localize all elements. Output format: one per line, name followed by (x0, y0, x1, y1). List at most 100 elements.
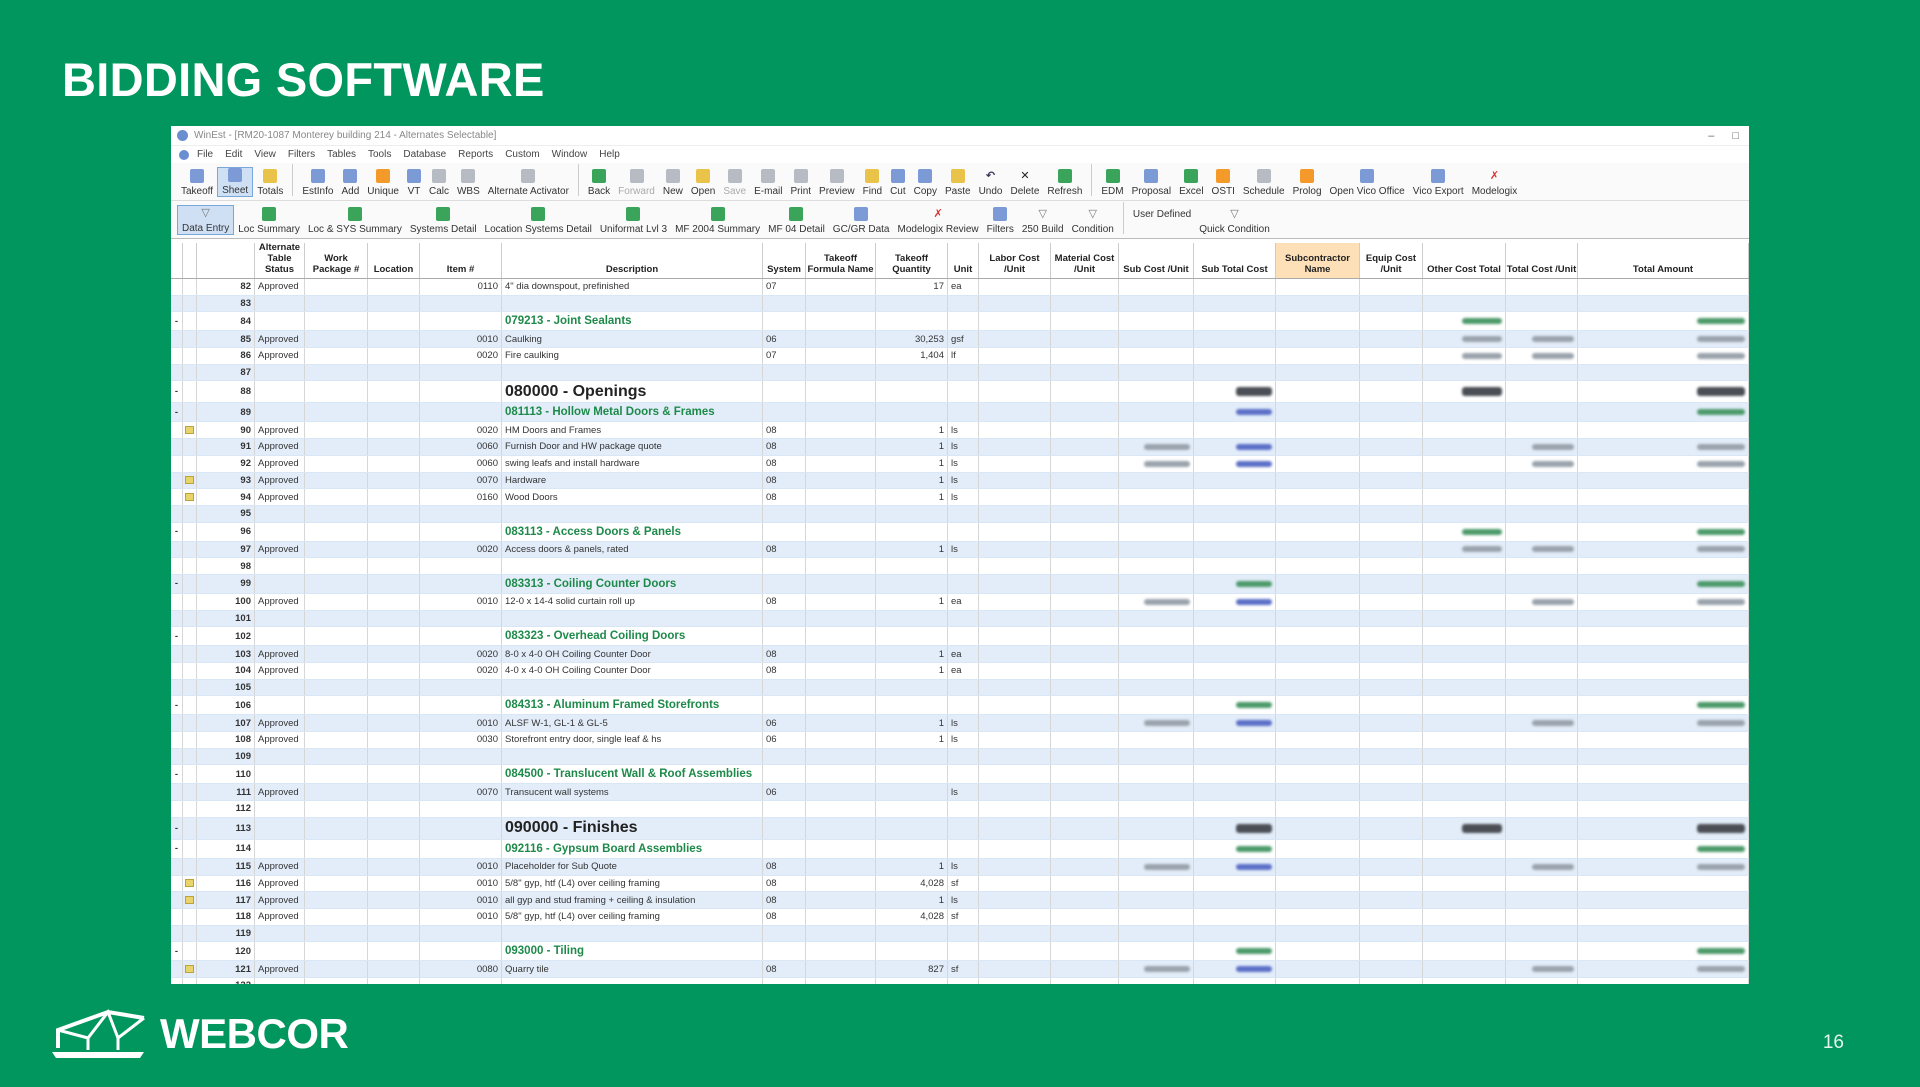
cell-item[interactable] (420, 403, 502, 422)
cell-pkg[interactable] (305, 403, 368, 422)
cell-desc[interactable] (502, 977, 763, 984)
cell-sys[interactable]: 08 (763, 455, 806, 472)
cell-lab[interactable] (979, 925, 1051, 942)
expand-toggle[interactable]: - (171, 817, 183, 839)
column-header-qty[interactable]: Takeoff Quantity (876, 243, 948, 278)
cell-qty[interactable]: 1 (876, 732, 948, 748)
cell-qty[interactable] (876, 627, 948, 646)
table-row[interactable]: 91 Approved 0060 Furnish Door and HW packag… (171, 439, 1749, 456)
menu-database[interactable]: Database (403, 149, 446, 160)
cell-pkg[interactable] (305, 801, 368, 817)
cell-tot[interactable] (1506, 522, 1578, 541)
cell-subn[interactable] (1276, 331, 1360, 348)
cell-tff[interactable] (806, 925, 876, 942)
cell-item[interactable] (420, 679, 502, 696)
cell-subt[interactable] (1194, 522, 1276, 541)
cell-eq[interactable] (1360, 364, 1423, 381)
cell-tff[interactable] (806, 977, 876, 984)
cell-unit[interactable]: ea (948, 279, 979, 295)
cell-loc[interactable] (368, 439, 420, 455)
cell-mat[interactable] (1051, 381, 1119, 403)
cell-oth[interactable] (1423, 348, 1506, 364)
cell-item[interactable]: 0070 (420, 472, 502, 489)
cell-tff[interactable] (806, 295, 876, 312)
cell-loc[interactable] (368, 593, 420, 610)
cell-desc[interactable]: 081113 - Hollow Metal Doors & Frames (502, 403, 763, 422)
cell-unit[interactable]: ls (948, 439, 979, 455)
cell-tot[interactable] (1506, 765, 1578, 784)
mf-2004-summary-button[interactable]: MF 2004 Summary (671, 207, 764, 235)
cell-oth[interactable] (1423, 961, 1506, 977)
cell-status[interactable] (255, 610, 305, 627)
cell-tff[interactable] (806, 348, 876, 364)
cell-subt[interactable] (1194, 455, 1276, 472)
cell-mat[interactable] (1051, 839, 1119, 858)
section-row[interactable]: -88 080000 - Openings (171, 381, 1749, 404)
cell-subc[interactable] (1119, 558, 1194, 574)
cell-loc[interactable] (368, 422, 420, 439)
cell-tot[interactable] (1506, 875, 1578, 892)
cell-sys[interactable]: 06 (763, 732, 806, 748)
cell-subc[interactable] (1119, 422, 1194, 439)
refresh-button[interactable]: Refresh (1043, 169, 1086, 197)
cell-desc[interactable] (502, 610, 763, 627)
cell-subc[interactable] (1119, 522, 1194, 541)
cell-mat[interactable] (1051, 679, 1119, 696)
cell-status[interactable]: Approved (255, 663, 305, 679)
cell-status[interactable]: Approved (255, 279, 305, 295)
cell-subt[interactable] (1194, 765, 1276, 784)
cell-tff[interactable] (806, 908, 876, 925)
cell-mat[interactable] (1051, 663, 1119, 679)
cell-mat[interactable] (1051, 715, 1119, 732)
cell-amt[interactable] (1578, 961, 1749, 977)
cell-tff[interactable] (806, 574, 876, 593)
column-header-pkg[interactable]: Work Package # (305, 243, 368, 278)
column-header-subn[interactable]: Subcontractor Name (1276, 243, 1360, 278)
cell-pkg[interactable] (305, 942, 368, 961)
cell-oth[interactable] (1423, 663, 1506, 679)
cell-subn[interactable] (1276, 295, 1360, 312)
cell-sys[interactable] (763, 522, 806, 541)
cell-qty[interactable] (876, 295, 948, 312)
cell-oth[interactable] (1423, 925, 1506, 942)
cell-mat[interactable] (1051, 364, 1119, 381)
cell-subt[interactable] (1194, 925, 1276, 942)
cell-pkg[interactable] (305, 381, 368, 403)
cell-mat[interactable] (1051, 558, 1119, 574)
column-header-amt[interactable]: Total Amount (1578, 243, 1749, 278)
table-row[interactable]: 94 Approved 0160 Wood Doors 08 1 ls (171, 489, 1749, 506)
loc-summary-button[interactable]: Loc Summary (234, 207, 304, 235)
data-entry-button[interactable]: ▽ Data Entry (177, 205, 235, 235)
cell-tff[interactable] (806, 646, 876, 662)
cell-loc[interactable] (368, 295, 420, 312)
cell-desc[interactable]: Placeholder for Sub Quote (502, 858, 763, 875)
cell-amt[interactable] (1578, 817, 1749, 839)
cell-loc[interactable] (368, 784, 420, 801)
cell-lab[interactable] (979, 312, 1051, 331)
cell-mat[interactable] (1051, 295, 1119, 312)
cell-item[interactable] (420, 925, 502, 942)
excel-button[interactable]: Excel (1175, 169, 1207, 197)
cell-desc[interactable]: 4" dia downspout, prefinished (502, 279, 763, 295)
cell-pkg[interactable] (305, 784, 368, 801)
cell-mat[interactable] (1051, 312, 1119, 331)
cell-unit[interactable]: ls (948, 892, 979, 908)
cell-subt[interactable] (1194, 875, 1276, 892)
cell-subn[interactable] (1276, 348, 1360, 364)
cell-qty[interactable]: 17 (876, 279, 948, 295)
cell-eq[interactable] (1360, 801, 1423, 817)
cell-sys[interactable]: 08 (763, 472, 806, 489)
systems-detail-button[interactable]: Systems Detail (406, 207, 481, 235)
cell-subt[interactable] (1194, 593, 1276, 610)
cell-amt[interactable] (1578, 422, 1749, 439)
cell-tff[interactable] (806, 858, 876, 875)
table-row[interactable]: 116 Approved 0010 5/8" gyp, htf (L4) over c… (171, 875, 1749, 893)
cell-mat[interactable] (1051, 732, 1119, 748)
cell-tff[interactable] (806, 541, 876, 558)
uniformat-lvl-3-button[interactable]: Uniformat Lvl 3 (596, 207, 671, 235)
cell-tff[interactable] (806, 732, 876, 748)
cell-subc[interactable] (1119, 715, 1194, 732)
preview-button[interactable]: Preview (815, 169, 859, 197)
column-header-oth[interactable]: Other Cost Total (1423, 243, 1506, 278)
cell-qty[interactable]: 1 (876, 541, 948, 558)
